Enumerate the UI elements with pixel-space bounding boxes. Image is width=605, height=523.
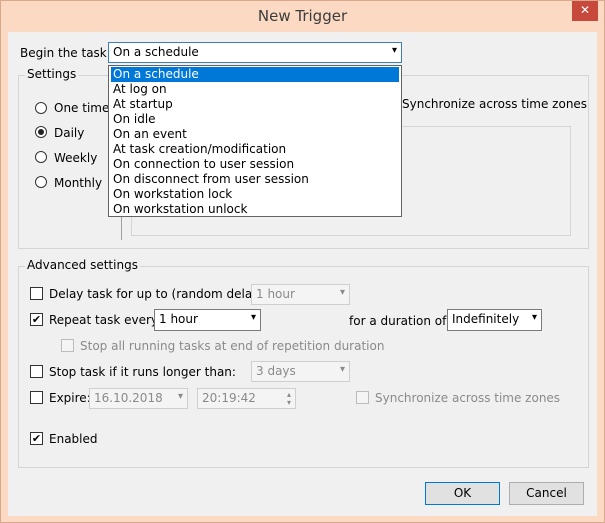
radio-daily-label: Daily [54, 126, 85, 140]
begin-task-label: Begin the task: [20, 46, 111, 60]
stop-all-tasks-label: Stop all running tasks at end of repetit… [80, 339, 385, 353]
stop-longer-combo[interactable]: 3 days ▾ [251, 361, 350, 382]
dropdown-option-on-a-schedule[interactable]: On a schedule [111, 67, 399, 82]
expire-date-picker[interactable]: 16.10.2018 ▾ [89, 388, 188, 409]
expire-time-value: 20:19:42 [202, 391, 256, 405]
dropdown-option-on-disconnect[interactable]: On disconnect from user session [111, 172, 399, 187]
dropdown-option-on-idle[interactable]: On idle [111, 112, 399, 127]
begin-task-value: On a schedule [113, 45, 199, 59]
title-bar[interactable]: New Trigger ✕ [1, 1, 604, 32]
radio-weekly[interactable] [35, 151, 47, 163]
dropdown-option-task-creation[interactable]: At task creation/modification [111, 142, 399, 157]
radio-one-time[interactable] [35, 102, 47, 114]
radio-monthly[interactable] [35, 176, 47, 188]
expire-sync-checkbox[interactable] [356, 391, 369, 404]
enabled-checkbox[interactable]: ✔ [30, 432, 43, 445]
delay-value: 1 hour [256, 287, 295, 301]
delay-combo[interactable]: 1 hour ▾ [251, 284, 350, 305]
enabled-label: Enabled [49, 432, 98, 446]
check-icon: ✔ [31, 432, 42, 445]
begin-task-dropdown-list[interactable]: On a schedule At log on At startup On id… [108, 65, 402, 217]
sync-time-zones-label: Synchronize across time zones [402, 97, 588, 111]
repeat-task-checkbox[interactable]: ✔ [30, 313, 43, 326]
dropdown-option-at-log-on[interactable]: At log on [111, 82, 399, 97]
check-icon: ✔ [31, 313, 42, 326]
dropdown-option-on-an-event[interactable]: On an event [111, 127, 399, 142]
radio-weekly-label: Weekly [54, 151, 98, 165]
stop-longer-label: Stop task if it runs longer than: [49, 365, 236, 379]
chevron-down-icon: ▾ [250, 312, 256, 323]
chevron-down-icon: ▾ [391, 45, 397, 56]
advanced-settings-label: Advanced settings [25, 258, 140, 272]
cancel-button[interactable]: Cancel [509, 482, 584, 505]
expire-sync-label: Synchronize across time zones [375, 391, 561, 405]
expire-checkbox[interactable] [30, 391, 43, 404]
chevron-down-icon: ▾ [339, 287, 345, 298]
dropdown-option-on-connection[interactable]: On connection to user session [111, 157, 399, 172]
close-icon: ✕ [579, 3, 591, 17]
stop-all-tasks-checkbox[interactable] [61, 339, 74, 352]
spin-arrows-icon: ▴ ▾ [286, 390, 291, 407]
expire-date-value: 16.10.2018 [94, 391, 163, 405]
window-title: New Trigger [257, 7, 348, 25]
delay-task-checkbox[interactable] [30, 287, 43, 300]
calendar-icon: ▾ [177, 391, 183, 402]
repeat-task-label: Repeat task every: [49, 313, 162, 327]
chevron-down-icon: ▾ [531, 312, 537, 323]
expire-label: Expire: [49, 391, 91, 405]
delay-task-label: Delay task for up to (random delay): [49, 287, 269, 301]
radio-daily[interactable] [35, 126, 47, 138]
chevron-down-icon: ▾ [339, 364, 345, 375]
begin-task-combo[interactable]: On a schedule ▾ [108, 42, 402, 63]
dropdown-option-workstation-unlock[interactable]: On workstation unlock [111, 202, 399, 217]
expire-time-spinner[interactable]: 20:19:42 ▴ ▾ [197, 388, 296, 409]
radio-one-time-label: One time [54, 101, 110, 115]
duration-combo[interactable]: Indefinitely ▾ [447, 309, 542, 331]
close-button[interactable]: ✕ [572, 1, 598, 21]
dropdown-option-workstation-lock[interactable]: On workstation lock [111, 187, 399, 202]
stop-longer-checkbox[interactable] [30, 365, 43, 378]
dropdown-option-at-startup[interactable]: At startup [111, 97, 399, 112]
duration-value: Indefinitely [452, 312, 520, 326]
duration-label: for a duration of: [349, 314, 450, 328]
ok-button[interactable]: OK [425, 482, 500, 505]
new-trigger-window: New Trigger ✕ Begin the task: On a sched… [0, 0, 605, 523]
dialog-body: Begin the task: On a schedule ▾ Settings… [8, 32, 597, 516]
settings-group-label: Settings [25, 67, 79, 81]
stop-longer-value: 3 days [256, 364, 296, 378]
repeat-interval-value: 1 hour [159, 312, 198, 326]
repeat-interval-combo[interactable]: 1 hour ▾ [154, 309, 261, 331]
radio-monthly-label: Monthly [54, 176, 103, 190]
